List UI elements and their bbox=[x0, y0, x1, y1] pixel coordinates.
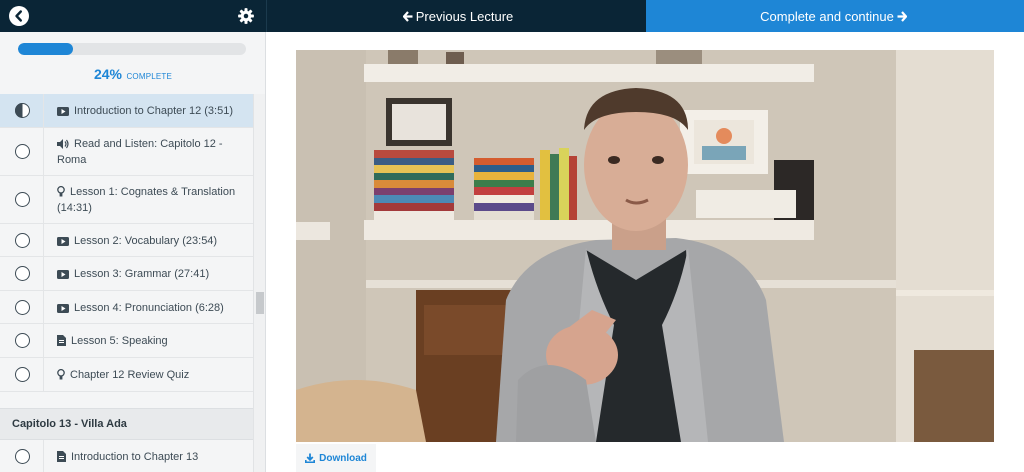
lecture-item[interactable]: Read and Listen: Capitolo 12 - Roma bbox=[0, 127, 254, 176]
progress-bar bbox=[18, 43, 246, 55]
previous-lecture-label: Previous Lecture bbox=[415, 8, 514, 24]
lecture-title: Lesson 4: Pronunciation (6:28) bbox=[57, 300, 244, 316]
incomplete-circle-icon bbox=[15, 266, 30, 282]
gear-icon[interactable] bbox=[237, 7, 255, 25]
video-icon bbox=[57, 270, 69, 280]
lecture-title: Chapter 12 Review Quiz bbox=[57, 367, 244, 383]
video-icon bbox=[57, 236, 69, 246]
top-navigation-bar: Previous Lecture Complete and continue bbox=[0, 0, 1024, 32]
lecture-item[interactable]: Lesson 1: Cognates & Translation (14:31) bbox=[0, 175, 254, 224]
lightbulb-icon bbox=[57, 185, 65, 197]
course-nav-header bbox=[0, 0, 266, 32]
lecture-title: Introduction to Chapter 13 bbox=[57, 449, 244, 465]
lecture-status bbox=[0, 94, 44, 127]
lecture-item[interactable]: Lesson 5: Speaking bbox=[0, 324, 254, 358]
lecture-title: Lesson 3: Grammar (27:41) bbox=[57, 266, 244, 282]
download-label: Download bbox=[319, 452, 367, 464]
lightbulb-icon bbox=[57, 368, 65, 380]
video-icon bbox=[57, 107, 69, 116]
lecture-content: Download bbox=[266, 32, 1024, 472]
sidebar-scrollbar[interactable] bbox=[253, 94, 265, 472]
document-icon bbox=[57, 335, 66, 347]
back-button[interactable] bbox=[9, 6, 29, 26]
progress-text: 24% COMPLETE bbox=[0, 66, 265, 84]
half-complete-icon bbox=[14, 102, 30, 118]
lecture-item[interactable]: Introduction to Chapter 13 bbox=[0, 439, 254, 472]
section-header: Capitolo 13 - Villa Ada bbox=[0, 407, 254, 440]
video-icon bbox=[57, 303, 69, 313]
lecture-status bbox=[0, 357, 44, 391]
complete-and-continue-button[interactable]: Complete and continue bbox=[646, 0, 1024, 32]
audio-icon bbox=[57, 138, 69, 149]
incomplete-circle-icon bbox=[15, 448, 30, 464]
progress-label: COMPLETE bbox=[126, 72, 173, 81]
arrow-left-icon bbox=[402, 10, 413, 22]
lecture-status bbox=[0, 290, 44, 324]
lecture-status bbox=[0, 324, 44, 357]
lecture-status bbox=[0, 257, 44, 290]
video-player[interactable] bbox=[296, 50, 994, 442]
incomplete-circle-icon bbox=[15, 191, 30, 207]
incomplete-circle-icon bbox=[15, 232, 30, 248]
video-frame bbox=[296, 50, 994, 442]
lecture-item[interactable]: Introduction to Chapter 12 (3:51) bbox=[0, 94, 254, 128]
incomplete-circle-icon bbox=[15, 299, 30, 315]
download-button[interactable]: Download bbox=[296, 444, 376, 472]
lecture-item[interactable]: Lesson 4: Pronunciation (6:28) bbox=[0, 290, 254, 325]
lecture-title: Lesson 1: Cognates & Translation (14:31) bbox=[57, 185, 236, 214]
lecture-item[interactable]: Chapter 12 Review Quiz bbox=[0, 357, 254, 392]
chevron-left-icon bbox=[15, 10, 22, 22]
lecture-title: Lesson 2: Vocabulary (23:54) bbox=[57, 233, 244, 249]
section-title: Capitolo 13 - Villa Ada bbox=[12, 417, 127, 430]
lecture-status bbox=[0, 175, 44, 223]
course-sidebar: 24% COMPLETE Introduction to Chapter 12 … bbox=[0, 32, 266, 472]
incomplete-circle-icon bbox=[15, 333, 30, 349]
lecture-status bbox=[0, 127, 44, 175]
lecture-title: Introduction to Chapter 12 (3:51) bbox=[57, 103, 244, 119]
lecture-title: Lesson 5: Speaking bbox=[57, 333, 244, 349]
download-icon bbox=[305, 453, 316, 463]
lecture-title: Read and Listen: Capitolo 12 - Roma bbox=[57, 137, 223, 166]
course-progress: 24% COMPLETE bbox=[0, 32, 265, 94]
complete-and-continue-label: Complete and continue bbox=[760, 8, 894, 24]
lecture-item[interactable]: Lesson 3: Grammar (27:41) bbox=[0, 257, 254, 291]
incomplete-circle-icon bbox=[15, 366, 30, 382]
curriculum-list: Introduction to Chapter 12 (3:51) Read a… bbox=[0, 94, 254, 472]
progress-bar-fill bbox=[18, 43, 73, 55]
lecture-item[interactable]: Lesson 2: Vocabulary (23:54) bbox=[0, 223, 254, 258]
scrollbar-thumb[interactable] bbox=[256, 292, 264, 314]
incomplete-circle-icon bbox=[15, 143, 30, 159]
progress-percent: 24% bbox=[93, 66, 122, 82]
arrow-right-icon bbox=[897, 10, 907, 22]
previous-lecture-button[interactable]: Previous Lecture bbox=[266, 0, 646, 32]
lecture-status bbox=[0, 223, 44, 257]
document-icon bbox=[57, 450, 66, 462]
lecture-status bbox=[0, 439, 44, 472]
